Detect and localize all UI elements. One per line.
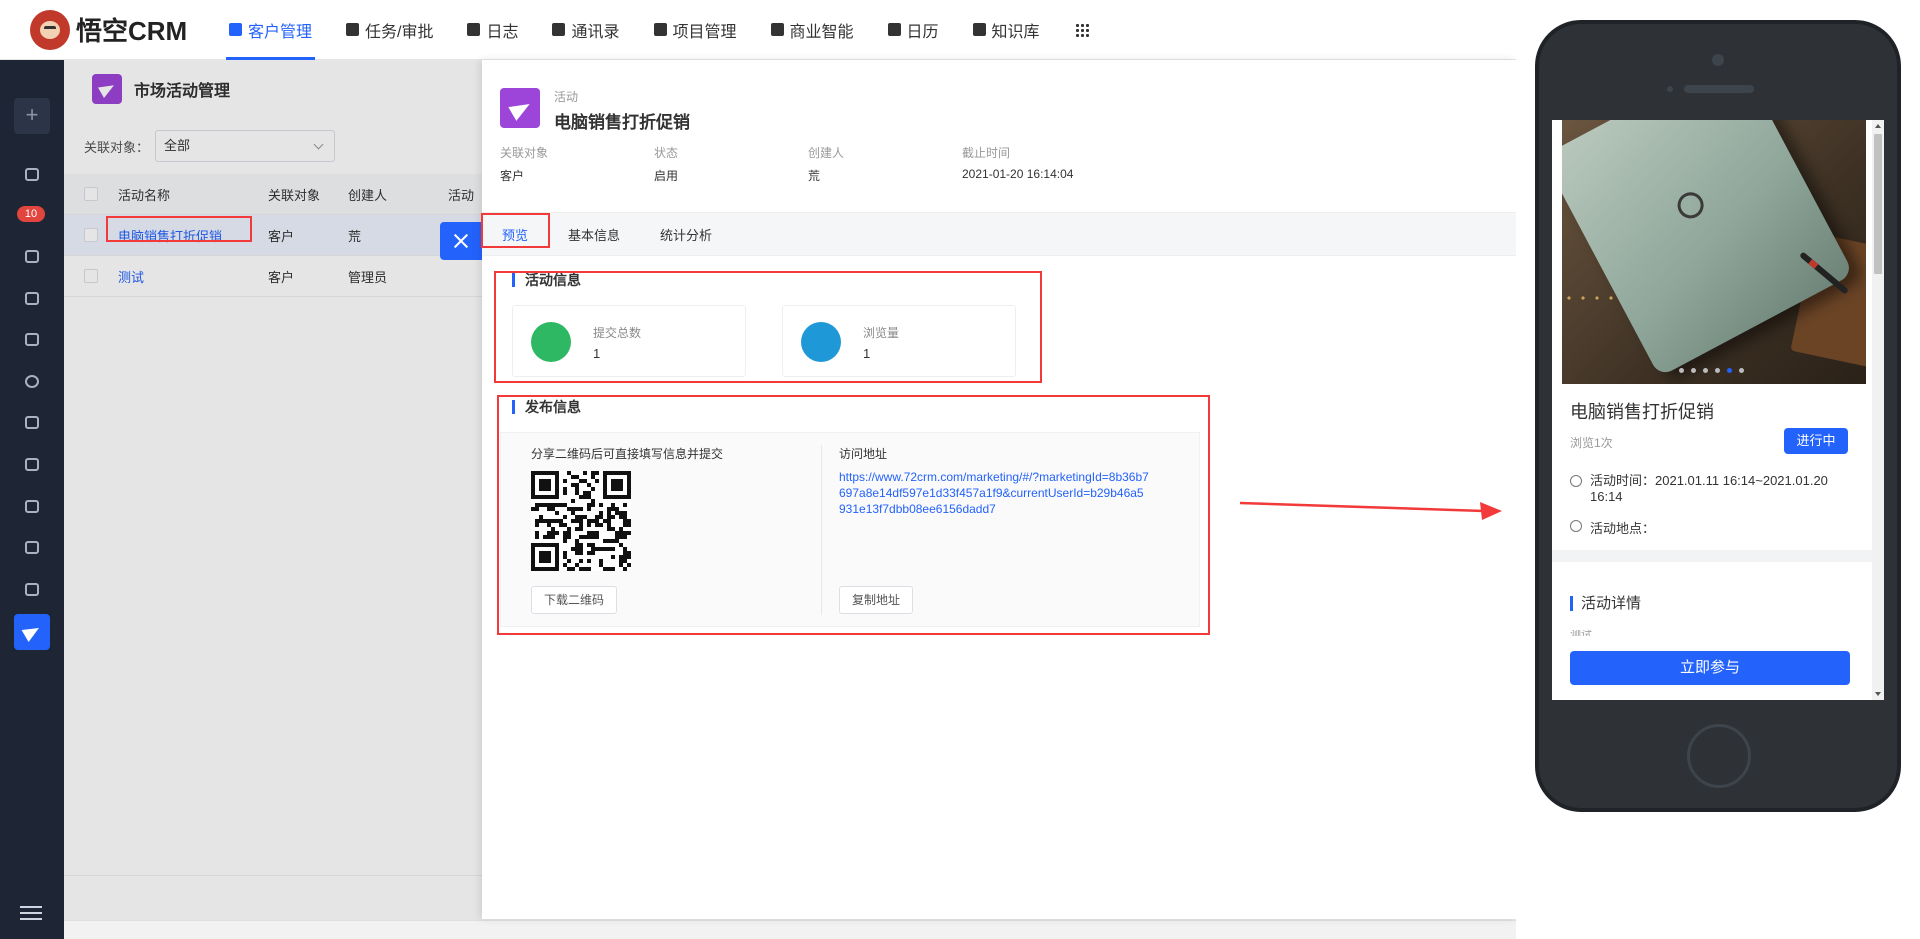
mobile-detail-text: 测试 <box>1570 630 1592 636</box>
detail-tabs: 预览 基本信息 统计分析 <box>482 212 1516 256</box>
contract-icon[interactable] <box>25 416 39 429</box>
collapse-menu-icon[interactable] <box>20 906 42 920</box>
divider <box>1552 550 1884 562</box>
mobile-activity-title: 电脑销售打折促销 <box>1570 402 1714 422</box>
home-icon[interactable] <box>25 541 39 554</box>
scrollbar[interactable] <box>1872 120 1884 700</box>
nav-tasks[interactable]: 任务/审批 <box>329 0 450 60</box>
status-badge: 进行中 <box>1784 428 1848 454</box>
location-icon <box>1570 520 1582 532</box>
mobile-detail-heading: 活动详情 <box>1570 596 1641 611</box>
horizontal-scrollbar[interactable] <box>64 920 1516 939</box>
list-icon <box>653 23 667 36</box>
transfer-icon[interactable] <box>25 250 39 263</box>
meta-item: 创建人荒 <box>808 146 845 183</box>
grid-icon[interactable] <box>1074 22 1089 37</box>
nav-bi[interactable]: 商业智能 <box>754 0 871 60</box>
shield-icon <box>770 23 784 36</box>
tab-statistics[interactable]: 统计分析 <box>640 225 732 244</box>
contact-icon[interactable] <box>25 333 39 346</box>
monkey-logo-icon <box>30 9 70 50</box>
bag-icon[interactable] <box>25 458 39 471</box>
banner-image <box>1562 120 1866 384</box>
carousel-dots[interactable] <box>1679 368 1751 373</box>
building-icon[interactable] <box>25 292 39 305</box>
close-icon[interactable] <box>440 222 482 260</box>
camera-icon <box>1712 54 1724 66</box>
nav-projects[interactable]: 项目管理 <box>637 0 754 60</box>
nav-calendar[interactable]: 日历 <box>871 0 956 60</box>
annotation-box <box>494 271 1042 383</box>
calendar-icon <box>887 23 901 36</box>
annotation-box <box>106 216 252 242</box>
detail-type: 活动 <box>554 90 579 104</box>
notification-badge[interactable]: 10 <box>17 206 45 222</box>
journal-icon <box>467 23 481 36</box>
phonebook-icon <box>552 23 566 36</box>
phone-screen: 电脑销售打折促销 浏览1次 进行中 活动时间：2021.01.11 16:14~… <box>1552 120 1884 700</box>
sidebar: + 10 <box>0 60 64 939</box>
app-logo[interactable]: 悟空CRM <box>30 9 212 50</box>
mobile-location: 活动地点： <box>1590 521 1656 536</box>
detail-header: 活动 电脑销售打折促销 <box>500 88 690 133</box>
annotation-box <box>497 395 1210 635</box>
briefcase-icon <box>346 23 360 36</box>
logo-text: 悟空CRM <box>76 16 188 46</box>
marketing-icon[interactable] <box>14 614 50 650</box>
clock-icon <box>1570 475 1582 487</box>
laptop-logo-icon <box>1673 187 1709 223</box>
join-button[interactable]: 立即参与 <box>1570 651 1850 685</box>
nav-contacts[interactable]: 通讯录 <box>535 0 636 60</box>
dashboard-icon[interactable] <box>25 168 39 181</box>
speaker-icon <box>1684 85 1754 93</box>
tab-basic-info[interactable]: 基本信息 <box>548 225 640 244</box>
box-icon[interactable] <box>25 583 39 596</box>
home-button-icon <box>1687 724 1751 788</box>
meta-item: 截止时间 2021-01-20 16:14:04 <box>962 146 1074 181</box>
book-icon <box>972 23 986 36</box>
annotation-box <box>481 213 550 248</box>
product-icon[interactable] <box>25 500 39 513</box>
meta-item: 状态 启用 <box>654 146 679 183</box>
nav-customer-management[interactable]: 客户管理 <box>212 0 329 60</box>
nav-knowledge[interactable]: 知识库 <box>956 0 1057 60</box>
add-button[interactable]: + <box>14 98 50 134</box>
detail-title: 电脑销售打折促销 <box>554 113 690 132</box>
money-icon[interactable] <box>25 375 39 388</box>
nav-journal[interactable]: 日志 <box>450 0 535 60</box>
mobile-time: 活动时间：2021.01.11 16:14~2021.01.20 16:14 <box>1590 473 1828 504</box>
detail-meta: 关联对象 客户 状态 启用 创建人荒 截止时间 2021-01-20 16:14:04 <box>500 144 1116 184</box>
paper-plane-icon <box>500 88 540 128</box>
building-icon <box>229 23 242 36</box>
meta-item: 关联对象 客户 <box>500 146 549 183</box>
sensor-icon <box>1667 86 1673 92</box>
mobile-views: 浏览1次 <box>1570 436 1613 450</box>
annotation-arrow <box>1240 501 1502 520</box>
